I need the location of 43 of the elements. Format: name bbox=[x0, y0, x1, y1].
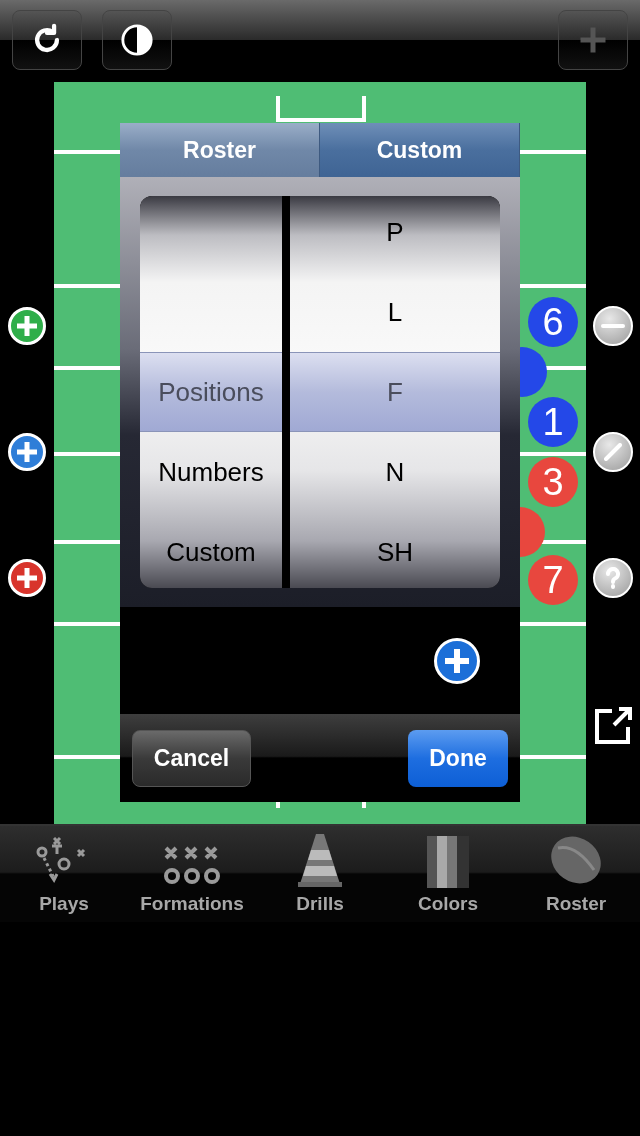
cancel-button[interactable]: Cancel bbox=[132, 729, 251, 787]
picker-option[interactable]: Numbers bbox=[140, 432, 282, 512]
picker-wheel[interactable]: Positions Numbers Custom P L F N SH bbox=[140, 196, 500, 588]
plus-icon bbox=[444, 647, 470, 674]
question-icon bbox=[606, 567, 620, 589]
tab-bar-item[interactable]: Roster bbox=[512, 826, 640, 922]
tab-bar-item[interactable]: Formations bbox=[128, 826, 256, 922]
contrast-icon bbox=[120, 23, 154, 57]
edit-button[interactable] bbox=[593, 432, 633, 472]
picker-option[interactable]: F bbox=[290, 352, 500, 432]
player-token[interactable]: 6 bbox=[528, 297, 578, 347]
add-player-button[interactable] bbox=[8, 433, 46, 471]
tab-bar-item[interactable]: Plays bbox=[0, 826, 128, 922]
help-button[interactable] bbox=[593, 558, 633, 598]
refresh-button[interactable] bbox=[12, 10, 82, 70]
slash-icon bbox=[604, 443, 622, 461]
share-button[interactable] bbox=[592, 705, 634, 747]
minus-icon bbox=[601, 324, 625, 328]
add-player-button[interactable] bbox=[8, 559, 46, 597]
picker-option[interactable]: P bbox=[290, 196, 500, 272]
plus-icon bbox=[16, 441, 38, 463]
plus-icon bbox=[578, 25, 608, 55]
picker-option[interactable]: SH bbox=[290, 512, 500, 588]
segment-tab[interactable]: Custom bbox=[320, 123, 520, 177]
player-token[interactable]: 1 bbox=[528, 397, 578, 447]
picker-option[interactable]: N bbox=[290, 432, 500, 512]
contrast-button[interactable] bbox=[102, 10, 172, 70]
picker-option[interactable]: Positions bbox=[140, 352, 282, 432]
add-player-button[interactable] bbox=[8, 307, 46, 345]
picker-option[interactable]: L bbox=[290, 272, 500, 352]
cone-icon bbox=[296, 831, 344, 888]
color-bars-icon bbox=[427, 835, 469, 888]
picker-option[interactable]: Custom bbox=[140, 512, 282, 588]
remove-button[interactable] bbox=[593, 306, 633, 346]
tab-bar-item[interactable]: Colors bbox=[384, 826, 512, 922]
share-icon bbox=[592, 705, 634, 747]
plus-icon bbox=[16, 315, 38, 337]
player-token[interactable]: 3 bbox=[528, 457, 578, 507]
plus-icon bbox=[16, 567, 38, 589]
player-token[interactable]: 7 bbox=[528, 555, 578, 605]
tab-bar-item[interactable]: Drills bbox=[256, 826, 384, 922]
segment-tab[interactable]: Roster bbox=[120, 123, 320, 177]
done-button[interactable]: Done bbox=[408, 729, 508, 787]
